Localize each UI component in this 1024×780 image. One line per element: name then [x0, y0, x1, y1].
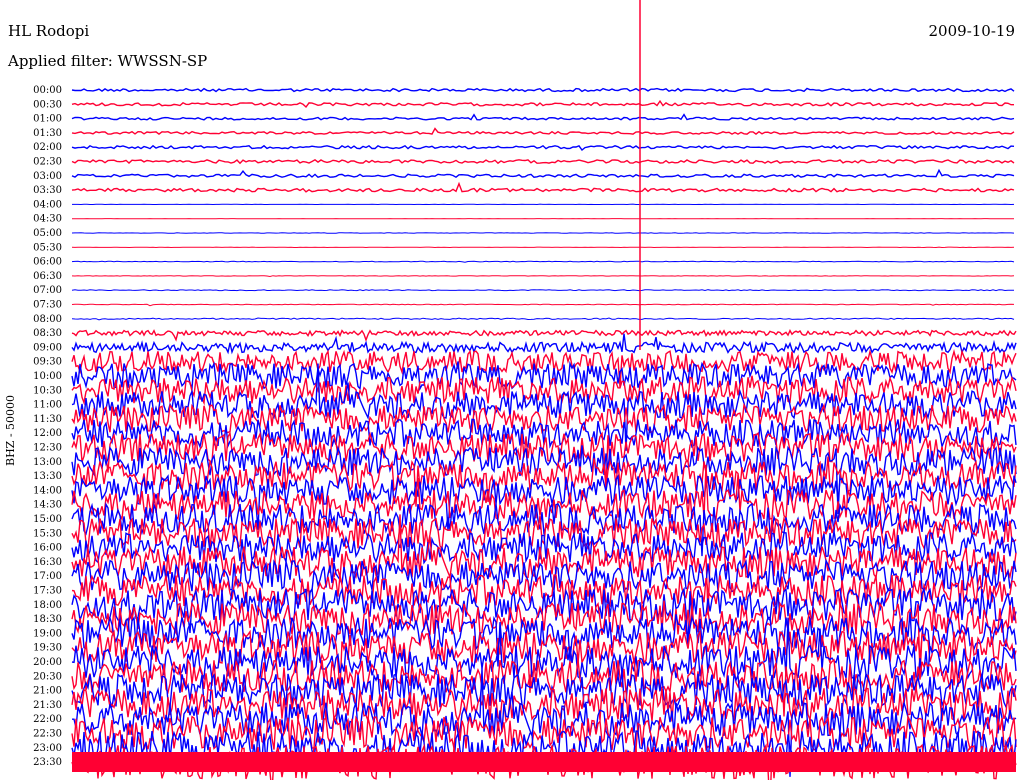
row-label: 11:30	[33, 414, 62, 425]
row-label: 00:30	[33, 99, 62, 110]
row-label: 14:00	[33, 485, 62, 496]
trace-row	[71, 317, 1015, 321]
row-label: 20:00	[33, 657, 62, 668]
row-label: 13:30	[33, 471, 62, 482]
row-label: 18:00	[33, 600, 62, 611]
trace-row	[71, 333, 1017, 355]
row-label: 03:30	[33, 185, 62, 196]
row-label: 11:00	[33, 400, 62, 411]
row-label: 06:30	[33, 271, 62, 282]
trace-row	[71, 275, 1015, 278]
row-label: 16:00	[33, 543, 62, 554]
row-label: 12:00	[33, 428, 62, 439]
row-label: 07:30	[33, 300, 62, 311]
trace-row	[71, 113, 1015, 121]
trace-row	[71, 348, 1017, 388]
bottom-band	[72, 752, 1016, 772]
row-label: 07:00	[33, 285, 62, 296]
row-label: 10:00	[33, 371, 62, 382]
row-label: 19:00	[33, 628, 62, 639]
row-label: 14:30	[33, 500, 62, 511]
row-label: 15:00	[33, 514, 62, 525]
row-label: 10:30	[33, 385, 62, 396]
row-label: 21:00	[33, 686, 62, 697]
row-label: 05:00	[33, 228, 62, 239]
row-label: 23:30	[33, 757, 62, 768]
row-label: 15:30	[33, 528, 62, 539]
row-label: 04:30	[33, 214, 62, 225]
trace-row	[71, 99, 1014, 109]
trace-row	[71, 289, 1014, 292]
row-label: 12:30	[33, 443, 62, 454]
trace-row	[71, 303, 1015, 307]
row-label: 09:30	[33, 357, 62, 368]
row-label: 05:30	[33, 242, 62, 253]
row-label: 17:30	[33, 586, 62, 597]
trace-row	[71, 87, 1015, 93]
row-label: 21:30	[33, 700, 62, 711]
row-label: 03:00	[33, 171, 62, 182]
trace-row	[71, 158, 1015, 165]
row-label: 01:00	[33, 114, 62, 125]
row-label: 17:00	[33, 571, 62, 582]
row-label: 16:30	[33, 557, 62, 568]
trace-row	[71, 127, 1015, 135]
row-label: 23:00	[33, 743, 62, 754]
trace-row	[71, 260, 1015, 263]
trace-row	[71, 402, 1017, 434]
row-label: 04:00	[33, 199, 62, 210]
trace-row	[71, 168, 1015, 179]
trace-row	[71, 375, 1017, 406]
row-label: 00:00	[33, 85, 62, 96]
row-label: 13:00	[33, 457, 62, 468]
row-label: 06:00	[33, 257, 62, 268]
row-label: 22:30	[33, 729, 62, 740]
trace-row	[71, 329, 1017, 343]
row-label: 01:30	[33, 128, 62, 139]
row-label: 19:30	[33, 643, 62, 654]
row-label: 20:30	[33, 671, 62, 682]
row-label: 02:00	[33, 142, 62, 153]
row-label: 09:00	[33, 342, 62, 353]
trace-row	[71, 671, 1017, 710]
trace-row	[71, 144, 1015, 152]
trace-row	[71, 181, 1015, 193]
row-label: 18:30	[33, 614, 62, 625]
seismogram-chart: 00:00 00:30 01:00 01:30 02:00 02:30 03:00 03:30…	[33, 0, 1017, 780]
row-label: 02:30	[33, 157, 62, 168]
row-label: 08:00	[33, 314, 62, 325]
row-label-group: 00:00 00:30 01:00 01:30 02:00 02:30 03:00 03:30…	[33, 85, 62, 768]
row-label: 22:00	[33, 714, 62, 725]
row-label: 08:30	[33, 328, 62, 339]
trace-group	[71, 0, 1017, 780]
